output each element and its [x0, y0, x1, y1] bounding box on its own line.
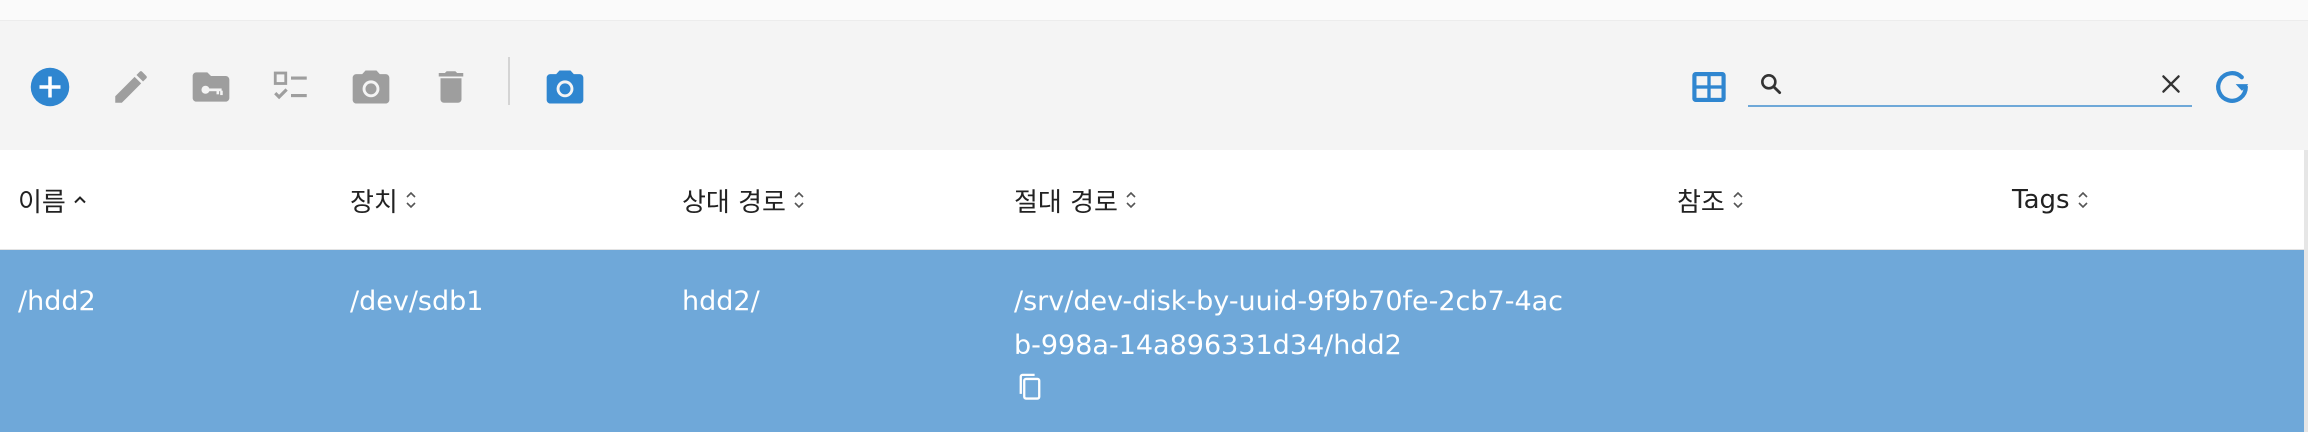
sort-icon	[1126, 191, 1136, 209]
table-row[interactable]: /hdd2 /dev/sdb1 hdd2/ /srv/dev-disk-by-u…	[0, 250, 2308, 432]
cell-relative-path: hdd2/	[682, 286, 760, 317]
view-toggle-button[interactable]	[1685, 63, 1733, 111]
table-header: 이름 장치 상대 경로 절대 경로 참조 Tags	[0, 150, 2308, 250]
snapshots-button[interactable]	[541, 63, 589, 111]
add-button[interactable]	[26, 63, 74, 111]
scrollbar-track[interactable]	[2304, 150, 2308, 432]
sort-icon	[1733, 191, 1743, 209]
top-strip	[0, 0, 2308, 21]
sort-icon	[2077, 191, 2088, 209]
delete-button[interactable]	[427, 63, 475, 111]
column-header-references[interactable]: 참조	[1677, 182, 1744, 218]
camera-icon	[352, 70, 390, 104]
pencil-icon	[115, 71, 147, 103]
refresh-button[interactable]	[2208, 63, 2256, 111]
column-header-name[interactable]: 이름	[18, 182, 87, 218]
cell-name: /hdd2	[18, 286, 96, 317]
select-button[interactable]	[267, 63, 315, 111]
snapshot-button[interactable]	[347, 63, 395, 111]
edit-button[interactable]	[107, 63, 155, 111]
close-icon[interactable]	[2158, 71, 2184, 97]
sort-ascending-icon	[74, 196, 86, 204]
toolbar-separator	[508, 57, 510, 105]
refresh-icon	[2216, 71, 2249, 103]
search-box[interactable]	[1748, 65, 2192, 107]
column-header-label: 상대 경로	[682, 187, 786, 218]
search-input[interactable]	[1796, 67, 2140, 101]
grid-view-icon	[1692, 72, 1726, 102]
column-header-label: 절대 경로	[1014, 187, 1118, 218]
trash-icon	[438, 71, 464, 103]
shared-folders-page: 이름 장치 상대 경로 절대 경로 참조 Tags /hdd2 /dev/sdb…	[0, 0, 2308, 432]
camera-icon	[546, 70, 584, 104]
column-header-label: Tags	[2012, 185, 2070, 215]
cell-device: /dev/sdb1	[350, 286, 484, 317]
permissions-button[interactable]	[187, 63, 235, 111]
column-header-label: 참조	[1677, 187, 1725, 218]
column-header-device[interactable]: 장치	[350, 182, 417, 218]
copy-icon[interactable]	[1016, 372, 1044, 402]
folder-key-icon	[192, 72, 230, 102]
plus-circle-icon	[30, 67, 70, 107]
sort-icon	[794, 191, 804, 209]
sort-icon	[406, 191, 416, 209]
column-header-relative-path[interactable]: 상대 경로	[682, 182, 805, 218]
column-header-label: 장치	[350, 187, 398, 218]
column-header-absolute-path[interactable]: 절대 경로	[1014, 182, 1137, 218]
toolbar	[0, 21, 2308, 150]
checklist-icon	[273, 71, 307, 100]
search-icon	[1761, 74, 1782, 95]
cell-absolute-path: /srv/dev-disk-by-uuid-9f9b70fe-2cb7-4acb…	[1014, 286, 1564, 361]
column-header-tags[interactable]: Tags	[2012, 182, 2089, 218]
column-header-label: 이름	[18, 187, 66, 218]
